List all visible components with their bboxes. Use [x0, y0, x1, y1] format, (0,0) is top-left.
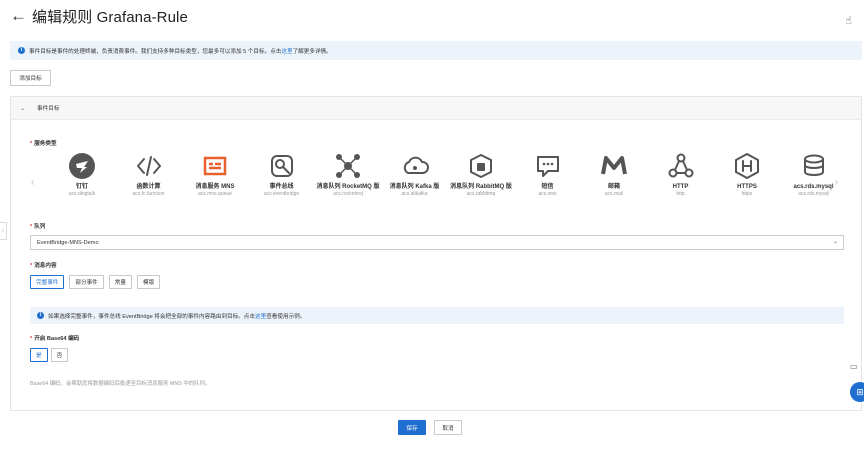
panel-title: 事件目标 — [37, 106, 60, 112]
queue-label: * 队列 — [30, 224, 46, 230]
service-code: https — [741, 191, 753, 197]
service-code: acs.fc.function — [132, 191, 165, 197]
service-code: acs.mail — [604, 191, 624, 197]
info-icon: i — [37, 312, 44, 319]
service-card[interactable]: 钉钉 acs.dingtalk — [47, 152, 117, 198]
service-code: acs.rocketmq — [333, 191, 363, 197]
tip-text: 如果选择完整事件，事件总线 EventBridge 将会把全部的事件内容路由到目… — [48, 313, 255, 320]
panel-header[interactable]: ⌄ 事件目标 — [11, 97, 861, 120]
kafka-icon — [380, 152, 450, 180]
service-name: 钉钉 — [75, 184, 88, 190]
info-suffix: 了解更多详情。 — [292, 48, 332, 55]
service-code: acs.rds.mysql — [798, 191, 829, 197]
info-icon: i — [18, 47, 25, 54]
eventbridge-icon — [247, 152, 317, 180]
event-target-panel: ⌄ 事件目标 * 服务类型 ‹ › 钉钉 acs.dingtalk 函数计算 acs.f… — [10, 96, 862, 411]
service-name: HTTP — [672, 184, 689, 190]
service-type-label: * 服务类型 — [30, 141, 57, 147]
dingtalk-icon — [47, 152, 117, 180]
service-name: 消息队列 RabbitMQ 版 — [450, 184, 512, 190]
rds-icon — [779, 152, 849, 180]
service-card[interactable]: 事件总线 acs.eventbridge — [247, 152, 317, 198]
rocketmq-icon — [313, 152, 383, 180]
service-name: 消息队列 RocketMQ 版 — [316, 184, 380, 190]
queue-select[interactable]: EventBridge-MNS-Demo ⌄ — [30, 235, 844, 250]
rabbitmq-icon — [446, 152, 516, 180]
service-name: 消息服务 MNS — [195, 184, 235, 190]
service-code: acs.rabbitmq — [466, 191, 496, 197]
service-card[interactable]: 消息队列 RocketMQ 版 acs.rocketmq — [313, 152, 383, 198]
service-code: http — [676, 191, 685, 197]
content-tip-banner: i 如果选择完整事件，事件总线 EventBridge 将会把全部的事件内容路由… — [30, 307, 844, 324]
base64-hint: Base64 编码，会帮助您将数据编码后投递至目标消息服务 MNS 中的队列。 — [30, 381, 211, 387]
service-card[interactable]: 消息队列 RabbitMQ 版 acs.rabbitmq — [446, 152, 516, 198]
service-name: HTTPS — [737, 184, 757, 190]
service-name: acs.rds.mysql — [793, 184, 834, 190]
tip-suffix: 查看使用示例。 — [266, 313, 306, 320]
base64-options: 是否 — [30, 348, 69, 362]
help-icon[interactable]: ☝ — [845, 14, 852, 27]
back-arrow-icon[interactable]: ← — [10, 6, 28, 26]
side-expand-tab[interactable]: › — [0, 222, 7, 240]
sms-icon — [513, 152, 583, 180]
service-code: acs.sms — [538, 191, 557, 197]
content-option-button[interactable]: 常量 — [108, 275, 132, 289]
chevron-down-icon[interactable]: ⌄ — [20, 105, 25, 112]
service-name: 函数计算 — [136, 184, 161, 190]
mns-icon — [180, 152, 250, 180]
base64-label: * 开启 Base64 编码 — [30, 336, 80, 342]
content-option-button[interactable]: 部分事件 — [69, 275, 104, 289]
function-icon — [114, 152, 184, 180]
mail-icon — [579, 152, 649, 180]
service-card[interactable]: 短信 acs.sms — [513, 152, 583, 198]
service-card[interactable]: 邮箱 acs.mail — [579, 152, 649, 198]
page-header: ← 编辑规则 Grafana-Rule — [10, 5, 188, 27]
save-button[interactable]: 保存 — [398, 420, 426, 435]
https-icon — [712, 152, 782, 180]
footer-actions: 保存 取消 — [398, 420, 462, 435]
cancel-button[interactable]: 取消 — [434, 420, 462, 435]
add-target-button[interactable]: 添加目标 — [10, 70, 51, 86]
service-card[interactable]: 消息队列 Kafka 版 acs.alikafka — [380, 152, 450, 198]
service-name: 短信 — [541, 184, 554, 190]
content-option-button[interactable]: 完整事件 — [30, 275, 65, 289]
service-name: 事件总线 — [269, 184, 294, 190]
service-code: acs.alikafka — [401, 191, 428, 197]
info-text: 事件目标是事件的处理终端，负责消费事件。我们支持多种目标类型，您最多可以添加 5… — [29, 48, 282, 55]
http-icon — [646, 152, 716, 180]
service-code: acs.eventbridge — [263, 191, 300, 197]
info-banner: i 事件目标是事件的处理终端，负责消费事件。我们支持多种目标类型，您最多可以添加… — [10, 41, 862, 60]
service-name: 消息队列 Kafka 版 — [389, 184, 440, 190]
service-card[interactable]: 函数计算 acs.fc.function — [114, 152, 184, 198]
page-title: 编辑规则 Grafana-Rule — [32, 8, 188, 26]
grid-icon[interactable]: ⊞ — [850, 382, 864, 402]
service-code: acs.mns.queue — [198, 191, 232, 197]
service-code: acs.dingtalk — [68, 191, 96, 197]
chat-icon[interactable]: ▭ — [850, 362, 862, 374]
tip-link[interactable]: 这里 — [255, 312, 266, 320]
service-card[interactable]: acs.rds.mysql acs.rds.mysql — [779, 152, 849, 198]
chevron-down-icon: ⌄ — [832, 239, 838, 245]
service-card[interactable]: 消息服务 MNS acs.mns.queue — [180, 152, 250, 198]
service-type-list: 钉钉 acs.dingtalk 函数计算 acs.fc.function 消息服务 MN… — [47, 152, 837, 212]
info-link[interactable]: 这里 — [281, 47, 292, 55]
base64-option-button[interactable]: 是 — [30, 348, 48, 362]
content-label: * 消息内容 — [30, 263, 57, 269]
base64-option-button[interactable]: 否 — [50, 348, 69, 362]
service-card[interactable]: HTTP http — [646, 152, 716, 198]
content-option-button[interactable]: 模版 — [136, 275, 161, 289]
service-name: 邮箱 — [607, 184, 620, 190]
queue-select-value: EventBridge-MNS-Demo — [37, 239, 99, 246]
content-options: 完整事件 部分事件 常量 模版 — [30, 275, 161, 289]
chevron-left-icon[interactable]: ‹ — [31, 177, 34, 188]
service-card[interactable]: HTTPS https — [712, 152, 782, 198]
